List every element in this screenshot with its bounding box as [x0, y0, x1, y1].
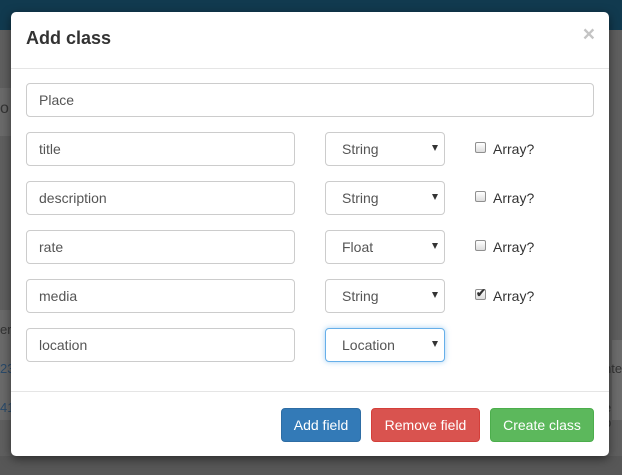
- background-text-fragment: er: [0, 322, 12, 337]
- array-checkbox[interactable]: [475, 240, 486, 251]
- field-type-select[interactable]: Float: [325, 230, 445, 264]
- array-checkbox[interactable]: [475, 142, 486, 153]
- field-name-input[interactable]: title: [26, 132, 295, 166]
- remove-field-button[interactable]: Remove field: [371, 408, 480, 442]
- modal-header: Add class ×: [11, 12, 609, 69]
- field-type-value: String: [342, 141, 379, 157]
- field-name-input[interactable]: media: [26, 279, 295, 313]
- array-checkbox-label: Array?: [493, 190, 535, 206]
- create-class-button[interactable]: Create class: [490, 408, 594, 442]
- chevron-down-icon: [432, 292, 438, 298]
- field-type-select[interactable]: String: [325, 132, 445, 166]
- field-type-select[interactable]: Location: [325, 328, 445, 362]
- chevron-down-icon: [432, 194, 438, 200]
- array-checkbox-label: Array?: [493, 239, 535, 255]
- field-type-value: String: [342, 190, 379, 206]
- add-field-button[interactable]: Add field: [281, 408, 361, 442]
- field-name-input[interactable]: rate: [26, 230, 295, 264]
- field-name-input[interactable]: description: [26, 181, 295, 215]
- add-class-modal: Add class × Place title String Array? descr…: [11, 12, 609, 456]
- array-checkbox-label: Array?: [493, 288, 535, 304]
- field-type-value: Float: [342, 239, 374, 255]
- background-bottom: [0, 456, 622, 475]
- array-checkbox-label: Array?: [493, 141, 535, 157]
- close-button[interactable]: ×: [583, 24, 595, 45]
- modal-footer: Add field Remove field Create class: [11, 391, 609, 457]
- check-icon: ✔: [476, 286, 487, 300]
- field-name-input[interactable]: location: [26, 328, 295, 362]
- field-type-select[interactable]: String: [325, 181, 445, 215]
- array-checkbox[interactable]: ✔: [475, 286, 487, 300]
- field-type-value: Location: [342, 337, 395, 353]
- class-name-input[interactable]: Place: [26, 83, 594, 117]
- array-checkbox[interactable]: [475, 191, 486, 202]
- chevron-down-icon: [432, 341, 438, 347]
- modal-title: Add class: [26, 28, 112, 48]
- chevron-down-icon: [432, 243, 438, 249]
- field-type-value: String: [342, 288, 379, 304]
- field-type-select[interactable]: String: [325, 279, 445, 313]
- background-text-fragment: o: [0, 100, 9, 117]
- chevron-down-icon: [432, 145, 438, 151]
